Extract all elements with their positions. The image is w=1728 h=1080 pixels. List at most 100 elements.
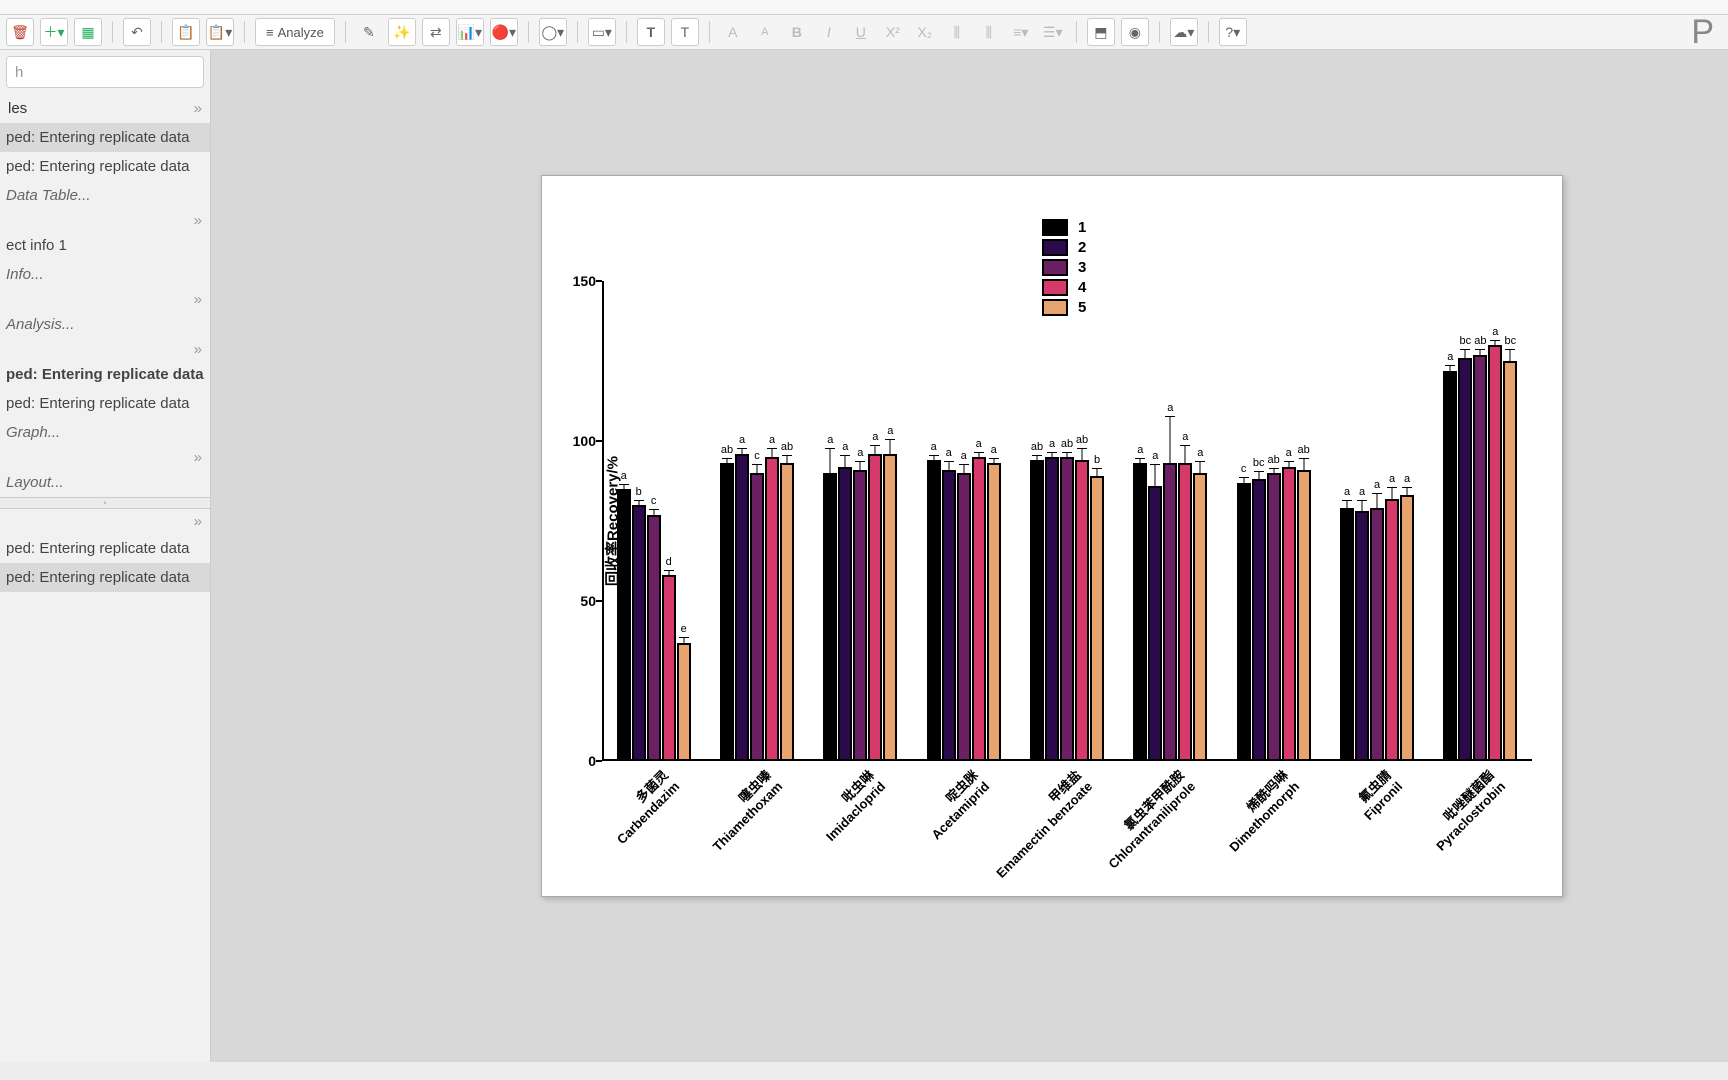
bar-group: aaaaa [1340, 495, 1414, 761]
prism-icon[interactable]: ◉ [1121, 18, 1149, 46]
bar: a [1178, 463, 1192, 761]
rect-icon[interactable]: ▭▾ [588, 18, 616, 46]
sidebar-item[interactable]: Graph... [0, 418, 210, 447]
bar: a [765, 457, 779, 761]
clipboard-x-icon[interactable]: 📋 [172, 18, 200, 46]
pencil-icon[interactable]: ✎ [356, 19, 382, 45]
bar: a [1193, 473, 1207, 761]
chart-style-icon[interactable]: 📊▾ [456, 18, 484, 46]
search-input[interactable]: h [6, 56, 204, 88]
superscript-icon[interactable]: X² [880, 19, 906, 45]
section-label: les [8, 100, 27, 117]
bar: c [750, 473, 764, 761]
significance-label: c [754, 450, 760, 462]
trash-icon[interactable]: 🗑 [6, 18, 34, 46]
bar: a [1385, 499, 1399, 761]
italic-icon[interactable]: I [816, 19, 842, 45]
bar: a [1443, 371, 1457, 761]
sidebar-item[interactable]: ped: Entering replicate data [0, 389, 210, 418]
analyze-button[interactable]: ≡ Analyze [255, 18, 335, 46]
clipboard-icon[interactable]: 📋▾ [206, 18, 234, 46]
significance-label: a [976, 438, 982, 450]
bar: a [735, 454, 749, 761]
cloud-icon[interactable]: ☁▾ [1170, 18, 1198, 46]
add-icon[interactable]: ＋▾ [40, 18, 68, 46]
significance-label: a [739, 434, 745, 446]
y-tick-mark [596, 600, 602, 602]
splitter-handle[interactable]: • [0, 497, 210, 509]
y-tick-label: 100 [562, 433, 596, 449]
bar-group: aaaaa [927, 457, 1001, 761]
undo-icon[interactable]: ↶ [123, 18, 151, 46]
bar: a [1370, 508, 1384, 761]
bars2-icon[interactable]: ⫼ [976, 19, 1002, 45]
significance-label: a [931, 441, 937, 453]
bar: a [987, 463, 1001, 761]
significance-label: a [1404, 473, 1410, 485]
colorwheel-icon[interactable]: 🔴▾ [490, 18, 518, 46]
underline-icon[interactable]: U [848, 19, 874, 45]
bars-icon[interactable]: ⫼ [944, 19, 970, 45]
significance-label: a [1137, 444, 1143, 456]
sidebar-item[interactable]: ped: Entering replicate data [0, 360, 210, 389]
sidebar-item[interactable]: Data Table... [0, 181, 210, 210]
analyze-label: Analyze [278, 25, 324, 40]
text-icon[interactable]: T [671, 18, 699, 46]
sidebar-item[interactable]: Info... [0, 260, 210, 289]
export-icon[interactable]: ⬒ [1087, 18, 1115, 46]
right-letter: P [1691, 13, 1722, 52]
help-icon[interactable]: ?▾ [1219, 18, 1247, 46]
significance-label: a [1152, 450, 1158, 462]
font-size-down-icon[interactable]: A [752, 19, 778, 45]
bar: a [617, 489, 631, 761]
sidebar-subheader: » [0, 447, 210, 468]
chevron-icon: » [194, 513, 202, 530]
significance-label: a [1389, 473, 1395, 485]
y-tick-mark [596, 280, 602, 282]
bar-group: cbcabaab [1237, 467, 1311, 761]
bar: a [927, 460, 941, 761]
wand-icon[interactable]: ✨ [388, 18, 416, 46]
sidebar-item[interactable]: ped: Entering replicate data [0, 152, 210, 181]
y-tick-label: 150 [562, 273, 596, 289]
main-toolbar: 🗑 ＋▾ ▦ ↶ 📋 📋▾ ≡ Analyze ✎ ✨ ⇄ 📊▾ 🔴▾ ◯▾ ▭… [0, 15, 1728, 50]
sidebar-bottom-header: » [0, 509, 210, 534]
significance-label: ab [721, 444, 733, 456]
subscript-icon[interactable]: X₂ [912, 19, 938, 45]
align-icon[interactable]: ≡▾ [1008, 19, 1034, 45]
significance-label: a [769, 434, 775, 446]
bar: a [1355, 511, 1369, 761]
significance-label: a [961, 450, 967, 462]
sidebar-subheader: » [0, 339, 210, 360]
text-bold-icon[interactable]: T [637, 18, 665, 46]
bar: ab [780, 463, 794, 761]
sidebar-item[interactable]: ped: Entering replicate data [0, 563, 210, 592]
sidebar-item[interactable]: ect info 1 [0, 231, 210, 260]
significance-label: a [1344, 486, 1350, 498]
significance-label: b [1094, 454, 1100, 466]
significance-label: a [1197, 447, 1203, 459]
chart-page: 12345回收率Recovery/%050100150多菌灵Carbendazi… [541, 175, 1563, 897]
significance-label: ab [1298, 444, 1310, 456]
sidebar-item[interactable]: ped: Entering replicate data [0, 123, 210, 152]
x-tick-label: 吡虫啉Imidacloprid [810, 765, 889, 844]
legend-label: 2 [1078, 239, 1086, 256]
font-size-up-icon[interactable]: A [720, 19, 746, 45]
x-tick-label: 吡唑醚菌酯Pyraclostrobin [1420, 765, 1508, 853]
sidebar-item[interactable]: Analysis... [0, 310, 210, 339]
legend-label: 3 [1078, 259, 1086, 276]
sidebar-item[interactable]: ped: Entering replicate data [0, 534, 210, 563]
significance-label: bc [1505, 335, 1517, 347]
sheet-new-icon[interactable]: ▦ [74, 18, 102, 46]
x-tick-label: 烯酰吗啉Dimethomorph [1213, 765, 1302, 854]
swap-icon[interactable]: ⇄ [422, 18, 450, 46]
shape-dropdown-icon[interactable]: ◯▾ [539, 18, 567, 46]
significance-label: a [1492, 326, 1498, 338]
list-icon[interactable]: ☰▾ [1040, 19, 1066, 45]
sidebar-item[interactable]: Layout... [0, 468, 210, 497]
legend-swatch [1042, 259, 1068, 276]
bar: bc [1252, 479, 1266, 761]
significance-label: a [1359, 486, 1365, 498]
bold-icon[interactable]: B [784, 19, 810, 45]
sidebar-section-tables[interactable]: les » [0, 94, 210, 123]
